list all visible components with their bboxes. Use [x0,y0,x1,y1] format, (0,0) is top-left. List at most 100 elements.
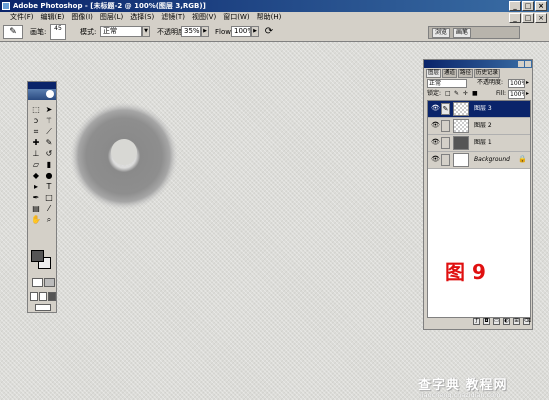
toolbox-title-bar[interactable] [28,82,56,89]
lock-position-icon[interactable]: ✛ [463,89,468,98]
type-tool-icon[interactable]: T [43,182,55,192]
screen-mode-full-menu-icon[interactable] [39,292,47,301]
lock-transparency-icon[interactable]: □ [445,89,451,98]
opacity-slider-arrow-icon[interactable]: ▶ [201,26,209,37]
foreground-color-swatch[interactable] [31,250,44,262]
menu-image[interactable]: 图像(I) [71,12,93,23]
eyedropper-tool-icon[interactable]: ⁄ [43,204,55,214]
visibility-eye-icon[interactable]: 👁 [431,105,440,112]
history-brush-tool-icon[interactable]: ↺ [43,149,55,159]
link-slot[interactable] [441,120,450,132]
brush-size-picker[interactable]: 45 [50,24,66,40]
layer-opacity-label: 不透明度: [477,79,504,86]
fill-arrow-icon[interactable]: ▸ [526,89,529,98]
lasso-tool-icon[interactable]: ↄ [30,116,42,126]
mode-select[interactable]: 正常 [100,26,142,37]
photoshop-app-icon[interactable] [2,2,10,10]
close-button[interactable]: × [535,1,547,11]
menu-edit[interactable]: 编辑(E) [41,12,65,23]
link-slot[interactable] [441,137,450,149]
doc-minimize-button[interactable]: _ [509,13,521,23]
screen-mode-standard-icon[interactable] [30,292,38,301]
shape-tool-icon[interactable]: □ [43,193,55,203]
title-bar: Adobe Photoshop - [未标题-2 @ 100%(图层 3,RGB… [0,0,549,12]
layer-row-layer-1[interactable]: 👁 图层 1 [428,135,530,152]
visibility-eye-icon[interactable]: 👁 [431,139,440,146]
blur-tool-icon[interactable]: ◆ [30,171,42,181]
menu-help[interactable]: 帮助(H) [257,12,282,23]
mode-dropdown-arrow-icon[interactable]: ▼ [142,26,150,37]
hand-tool-icon[interactable]: ✋ [30,215,42,225]
jump-to-imageready-icon[interactable] [35,304,51,311]
zoom-tool-icon[interactable]: ⌕ [43,215,55,225]
menu-view[interactable]: 视图(V) [192,12,216,23]
menu-file[interactable]: 文件(F) [10,12,34,23]
dodge-tool-icon[interactable]: ● [43,171,55,181]
path-select-tool-icon[interactable]: ▸ [30,182,42,192]
lock-image-icon[interactable]: ✎ [454,89,459,98]
flow-input[interactable]: 100% [231,26,251,37]
doc-maximize-button[interactable]: □ [522,13,534,23]
layer-row-layer-2[interactable]: 👁 图层 2 [428,118,530,135]
opacity-input[interactable]: 35% [181,26,201,37]
healing-brush-tool-icon[interactable]: ✚ [30,138,42,148]
new-layer-set-icon[interactable]: ▭ [493,318,500,325]
layers-panel-title-bar[interactable] [424,60,532,68]
layer-thumbnail [453,153,469,167]
screen-mode-full-icon[interactable] [48,292,56,301]
trash-icon[interactable]: ⌫ [523,318,531,325]
magic-wand-tool-icon[interactable]: ⚚ [43,116,55,126]
tab-history[interactable]: 历史记录 [474,69,501,78]
tool-preset-picker[interactable]: ✎ [3,25,23,39]
tab-layers[interactable]: 图层 [426,69,442,78]
blend-mode-select[interactable]: 正常 [427,79,467,88]
new-layer-icon[interactable]: ⊞ [513,318,520,325]
menu-layer[interactable]: 图层(L) [100,12,123,23]
layer-thumbnail [453,119,469,133]
maximize-button[interactable]: □ [522,1,534,11]
airbrush-icon[interactable]: ⟳ [262,25,276,39]
gradient-tool-icon[interactable]: ▮ [43,160,55,170]
link-slot[interactable] [441,154,450,166]
standard-mode-icon[interactable] [32,278,43,287]
layer-row-background[interactable]: 👁 Background 🔒 [428,152,530,169]
quick-mask-mode-icon[interactable] [44,278,55,287]
tab-channels[interactable]: 通道 [442,69,458,78]
layer-name: 图层 2 [474,122,492,129]
lock-icon: 🔒 [518,155,527,163]
menu-select[interactable]: 选择(S) [130,12,154,23]
pen-tool-icon[interactable]: ✒ [30,193,42,203]
doc-close-button[interactable]: × [535,13,547,23]
clone-stamp-tool-icon[interactable]: ⊥ [30,149,42,159]
brush-tool-icon[interactable]: ✎ [43,138,55,148]
marquee-tool-icon[interactable]: ⬚ [30,105,42,115]
opacity-arrow-icon[interactable]: ▸ [526,78,529,87]
crop-tool-icon[interactable]: ⌗ [30,127,42,137]
layer-thumbnail [453,102,469,116]
panel-close-icon[interactable] [525,61,531,67]
minimize-button[interactable]: _ [509,1,521,11]
notes-tool-icon[interactable]: ▤ [30,204,42,214]
visibility-eye-icon[interactable]: 👁 [431,156,440,163]
flow-slider-arrow-icon[interactable]: ▶ [251,26,259,37]
move-tool-icon[interactable]: ➤ [43,105,55,115]
menu-filter[interactable]: 滤镜(T) [161,12,185,23]
eraser-tool-icon[interactable]: ▱ [30,160,42,170]
tab-paths[interactable]: 路径 [458,69,474,78]
layers-panel-footer: ƒ ◘ ▭ ◐ ⊞ ⌫ [426,318,531,327]
eye-logo-icon [46,90,54,98]
lock-all-icon[interactable]: ■ [472,89,478,98]
photoshop-logo[interactable] [28,89,56,100]
fill-input[interactable]: 100% [508,90,525,99]
layer-mask-icon[interactable]: ◘ [483,318,490,325]
layer-row-layer-3[interactable]: 👁 ✎ 图层 3 [428,101,530,118]
tab-brushes[interactable]: 画笔 [453,28,472,38]
slice-tool-icon[interactable]: ⟋ [43,127,55,137]
visibility-eye-icon[interactable]: 👁 [431,122,440,129]
tab-browser[interactable]: 浏览 [432,28,451,38]
adjustment-layer-icon[interactable]: ◐ [503,318,510,325]
layer-opacity-input[interactable]: 100% [508,79,525,88]
menu-window[interactable]: 窗口(W) [223,12,249,23]
panel-minimize-icon[interactable] [518,61,524,67]
layer-style-icon[interactable]: ƒ [473,318,480,325]
